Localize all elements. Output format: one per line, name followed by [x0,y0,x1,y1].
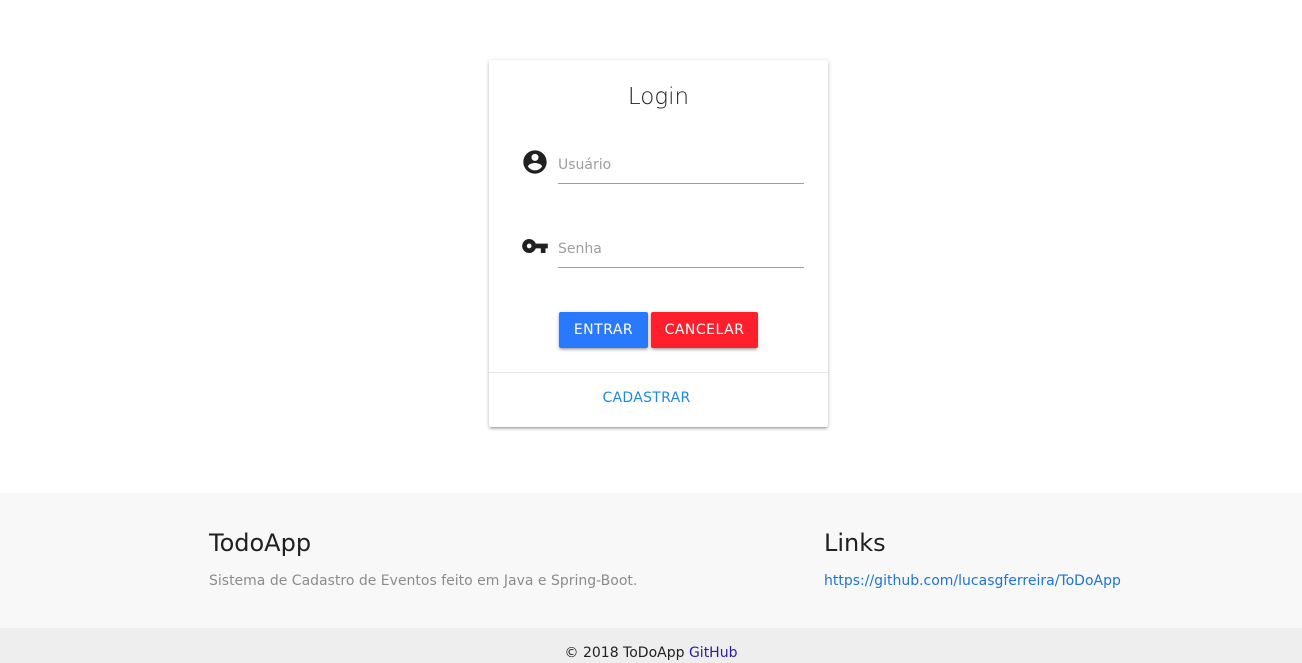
key-icon [521,232,549,260]
login-title: Login [627,84,690,110]
username-input[interactable] [558,146,804,184]
copyright-text: © 2018 ToDoApp [564,645,685,661]
copyright-github-link[interactable]: GitHub [689,645,738,661]
footer-description: Sistema de Cadastro de Eventos feito em … [209,573,638,589]
github-repo-link[interactable]: https://github.com/lucasgferreira/ToDoAp… [824,573,1121,589]
footer-app-title: TodoApp [209,529,312,557]
login-card: Login ENTRAR CANCELAR CADASTRAR [489,60,828,427]
password-input[interactable] [558,230,804,268]
card-divider [489,372,828,373]
enter-button[interactable]: ENTRAR [559,312,648,348]
footer: TodoApp Sistema de Cadastro de Eventos f… [0,493,1302,628]
username-field [489,144,828,194]
copyright-bar: © 2018 ToDoApp GitHub [0,628,1302,663]
register-link[interactable]: CADASTRAR [489,390,804,406]
password-field [489,228,828,278]
footer-links-title: Links [824,529,886,557]
cancel-button[interactable]: CANCELAR [651,312,758,348]
page: Login ENTRAR CANCELAR CADASTRAR TodoApp … [0,0,1302,663]
account-circle-icon [521,148,549,176]
